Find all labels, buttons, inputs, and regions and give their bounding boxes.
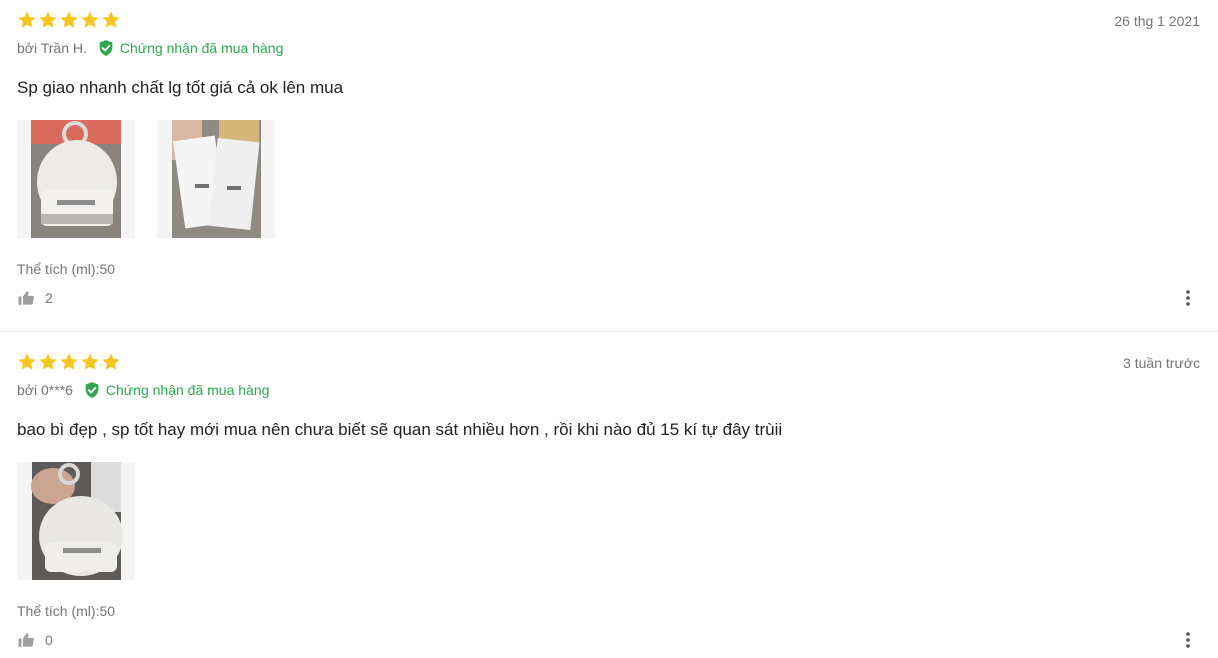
- like-count: 0: [45, 632, 53, 648]
- variant-info: Thể tích (ml):50: [17, 261, 116, 277]
- star-icon: [102, 353, 120, 370]
- review-image-thumbnail[interactable]: [17, 120, 135, 238]
- author-row: bởi 0***6 Chứng nhận đã mua hàng: [17, 381, 269, 399]
- review-images: [17, 462, 135, 580]
- thumbs-up-icon: [18, 291, 34, 305]
- review-item: 26 thg 1 2021 bởi Trần H. Chứng nhận đã …: [0, 0, 1218, 332]
- author-name: bởi 0***6: [17, 382, 73, 398]
- star-icon: [60, 11, 78, 28]
- verified-purchase-badge: Chứng nhận đã mua hàng: [83, 381, 270, 399]
- review-images: [17, 120, 275, 238]
- review-item: 3 tuần trước bởi 0***6 Chứng nhận đã mua…: [0, 332, 1218, 657]
- star-icon: [102, 11, 120, 28]
- verified-shield-icon: [99, 40, 113, 56]
- star-icon: [39, 11, 57, 28]
- more-vertical-icon[interactable]: [1180, 631, 1196, 649]
- verified-shield-icon: [85, 382, 99, 398]
- photo-sample-packets: [157, 120, 275, 238]
- star-icon: [81, 11, 99, 28]
- review-date: 26 thg 1 2021: [1114, 13, 1200, 29]
- star-icon: [39, 353, 57, 370]
- like-button[interactable]: 2: [17, 289, 53, 307]
- more-vertical-icon[interactable]: [1180, 289, 1196, 307]
- star-icon: [18, 11, 36, 28]
- variant-info: Thể tích (ml):50: [17, 603, 116, 619]
- rating-stars: [17, 10, 121, 30]
- author-name: bởi Trần H.: [17, 40, 87, 56]
- like-button[interactable]: 0: [17, 631, 53, 649]
- verified-label: Chứng nhận đã mua hàng: [119, 40, 284, 56]
- star-icon: [18, 353, 36, 370]
- photo-cream-jar: [17, 120, 135, 238]
- review-text: bao bì đẹp , sp tốt hay mới mua nên chưa…: [17, 420, 783, 439]
- thumbs-up-icon: [18, 633, 34, 647]
- star-icon: [81, 353, 99, 370]
- photo-cream-jar-hand: [17, 462, 135, 580]
- rating-stars: [17, 352, 121, 372]
- review-date: 3 tuần trước: [1123, 355, 1200, 371]
- review-image-thumbnail[interactable]: [157, 120, 275, 238]
- review-image-thumbnail[interactable]: [17, 462, 135, 580]
- author-row: bởi Trần H. Chứng nhận đã mua hàng: [17, 39, 283, 57]
- like-count: 2: [45, 290, 53, 306]
- star-icon: [60, 353, 78, 370]
- review-text: Sp giao nhanh chất lg tốt giá cả ok lên …: [17, 78, 344, 97]
- verified-purchase-badge: Chứng nhận đã mua hàng: [97, 39, 284, 57]
- verified-label: Chứng nhận đã mua hàng: [105, 382, 270, 398]
